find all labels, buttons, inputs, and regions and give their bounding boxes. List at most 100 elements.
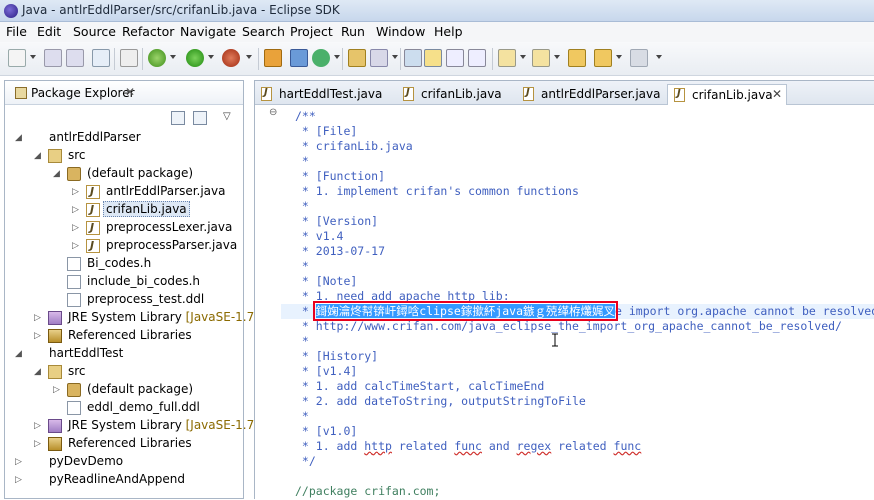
java-file-icon [86, 185, 100, 199]
toolbar [0, 42, 874, 76]
collapse-arrow-icon[interactable]: ▷ [72, 205, 82, 215]
menu-edit[interactable]: Edit [37, 24, 61, 39]
project-icon [29, 131, 43, 145]
run-icon[interactable] [186, 49, 204, 67]
tree-item-label: Referenced Libraries [68, 328, 192, 342]
tree-item-label: pyReadlineAndAppend [49, 472, 186, 486]
save-icon[interactable] [44, 49, 62, 67]
code-line: * [File] [295, 124, 358, 138]
tree-item[interactable]: ▷ JRE System Library [JavaSE-1.7] [34, 417, 259, 435]
search-icon[interactable] [370, 49, 388, 67]
close-icon[interactable]: ✕ [772, 87, 782, 101]
tree-item-label: (default package) [87, 382, 194, 396]
menu-file[interactable]: File [6, 24, 27, 39]
collapse-arrow-icon[interactable]: ▷ [15, 457, 25, 467]
menu-bar: File Edit Source Refactor Navigate Searc… [0, 22, 874, 42]
collapse-all-icon[interactable] [171, 111, 185, 125]
prev-annotation-icon[interactable] [532, 49, 550, 67]
tab-antlrEddlParser[interactable]: antlrEddlParser.java [517, 84, 663, 105]
menu-navigate[interactable]: Navigate [180, 24, 236, 39]
tree-item[interactable]: ▷ (default package) [53, 381, 235, 399]
editor-ruler: ⊖ [255, 105, 281, 500]
mark-occurrences-icon[interactable] [424, 49, 442, 67]
package-explorer-tab[interactable]: Package Explorer ✕ [5, 81, 243, 105]
tree-item-label: Bi_codes.h [87, 256, 152, 270]
tree-item[interactable]: ▷ Referenced Libraries [34, 435, 235, 453]
code-text[interactable]: /** * [File] * crifanLib.java * * [Funct… [281, 105, 874, 500]
tree-item[interactable]: ◢ hartEddlTest [15, 345, 235, 363]
code-line: * [v1.0] [295, 424, 358, 438]
tree-item[interactable]: ▷ JRE System Library [JavaSE-1.7] [34, 309, 259, 327]
expand-arrow-icon[interactable]: ◢ [53, 169, 63, 179]
menu-refactor[interactable]: Refactor [122, 24, 174, 39]
save-all-icon[interactable] [66, 49, 84, 67]
menu-project[interactable]: Project [290, 24, 333, 39]
expand-arrow-icon[interactable]: ◢ [15, 133, 25, 143]
menu-window[interactable]: Window [376, 24, 425, 39]
link-with-editor-icon[interactable] [193, 111, 207, 125]
tree-item[interactable]: ▷ preprocessParser.java [72, 237, 237, 255]
collapse-arrow-icon[interactable]: ▷ [72, 241, 82, 251]
java-file-icon [86, 239, 100, 253]
tree-item[interactable]: Bi_codes.h [53, 255, 235, 273]
package-explorer-icon [15, 87, 27, 99]
collapse-arrow-icon[interactable]: ▷ [34, 331, 44, 341]
expand-arrow-icon[interactable]: ◢ [34, 151, 44, 161]
tree-item[interactable]: ◢ src [34, 363, 235, 381]
tab-hartEddlTest[interactable]: hartEddlTest.java [255, 84, 395, 105]
external-tools-icon[interactable] [222, 49, 240, 67]
tree-item[interactable]: eddl_demo_full.ddl [53, 399, 235, 417]
print-icon[interactable] [92, 49, 110, 67]
source-folder-icon [48, 149, 62, 163]
new-java-project-icon[interactable] [264, 49, 282, 67]
close-icon[interactable]: ✕ [125, 85, 135, 99]
new-package-icon[interactable] [290, 49, 308, 67]
next-annotation-down-icon[interactable] [498, 49, 516, 67]
tree-item-label: antlrEddlParser.java [106, 184, 226, 198]
collapse-arrow-icon[interactable]: ▷ [34, 421, 44, 431]
collapse-arrow-icon[interactable]: ▷ [34, 313, 44, 323]
tree-item[interactable]: ▷ pyReadlineAndAppend [15, 471, 235, 489]
code-line: * [295, 199, 309, 213]
menu-help[interactable]: Help [434, 24, 463, 39]
skip-breakpoints-icon[interactable] [120, 49, 138, 67]
code-line: * [v1.4] [295, 364, 358, 378]
block-selection-icon[interactable] [446, 49, 464, 67]
collapse-arrow-icon[interactable]: ▷ [72, 223, 82, 233]
tree-item[interactable]: ▷ Referenced Libraries [34, 327, 235, 345]
new-class-icon[interactable] [312, 49, 330, 67]
expand-arrow-icon[interactable]: ◢ [34, 367, 44, 377]
back-icon[interactable] [594, 49, 612, 67]
collapse-arrow-icon[interactable]: ▷ [15, 475, 25, 485]
tree-item[interactable]: ▷ antlrEddlParser.java [72, 183, 235, 201]
open-type-icon[interactable] [348, 49, 366, 67]
debug-icon[interactable] [148, 49, 166, 67]
tree-item[interactable]: ◢ src [34, 147, 235, 165]
view-menu-icon[interactable]: ▽ [223, 111, 231, 122]
tree-item[interactable]: ▷ preprocessLexer.java [72, 219, 235, 237]
tab-crifanLib-active[interactable]: crifanLib.java ✕ [667, 84, 787, 105]
collapse-arrow-icon[interactable]: ▷ [72, 187, 82, 197]
tree-item[interactable]: include_bi_codes.h [53, 273, 235, 291]
tree-item[interactable]: preprocess_test.ddl [53, 291, 235, 309]
show-whitespace-icon[interactable] [468, 49, 486, 67]
collapse-arrow-icon[interactable]: ▷ [53, 385, 63, 395]
tree-item[interactable]: ◢ antlrEddlParser [15, 129, 235, 147]
collapse-arrow-icon[interactable]: ▷ [34, 439, 44, 449]
tree-item-label: include_bi_codes.h [87, 274, 201, 288]
fold-icon[interactable]: ⊖ [269, 107, 277, 118]
tab-crifanLib[interactable]: crifanLib.java [397, 84, 513, 105]
tree-item-label: JRE System Library [JavaSE-1.7] [68, 310, 259, 324]
tab-label: crifanLib.java [692, 88, 773, 102]
code-line: */ [295, 454, 316, 468]
tree-item[interactable]: ▷ pyDevDemo [15, 453, 235, 471]
menu-search[interactable]: Search [242, 24, 285, 39]
tree-item[interactable]: ◢ (default package) [53, 165, 235, 183]
next-annotation-icon[interactable] [404, 49, 422, 67]
last-edit-icon[interactable] [568, 49, 586, 67]
menu-run[interactable]: Run [341, 24, 365, 39]
menu-source[interactable]: Source [73, 24, 116, 39]
tree-item[interactable]: ▷ crifanLib.java [72, 201, 235, 219]
forward-icon[interactable] [630, 49, 648, 67]
expand-arrow-icon[interactable]: ◢ [15, 349, 25, 359]
